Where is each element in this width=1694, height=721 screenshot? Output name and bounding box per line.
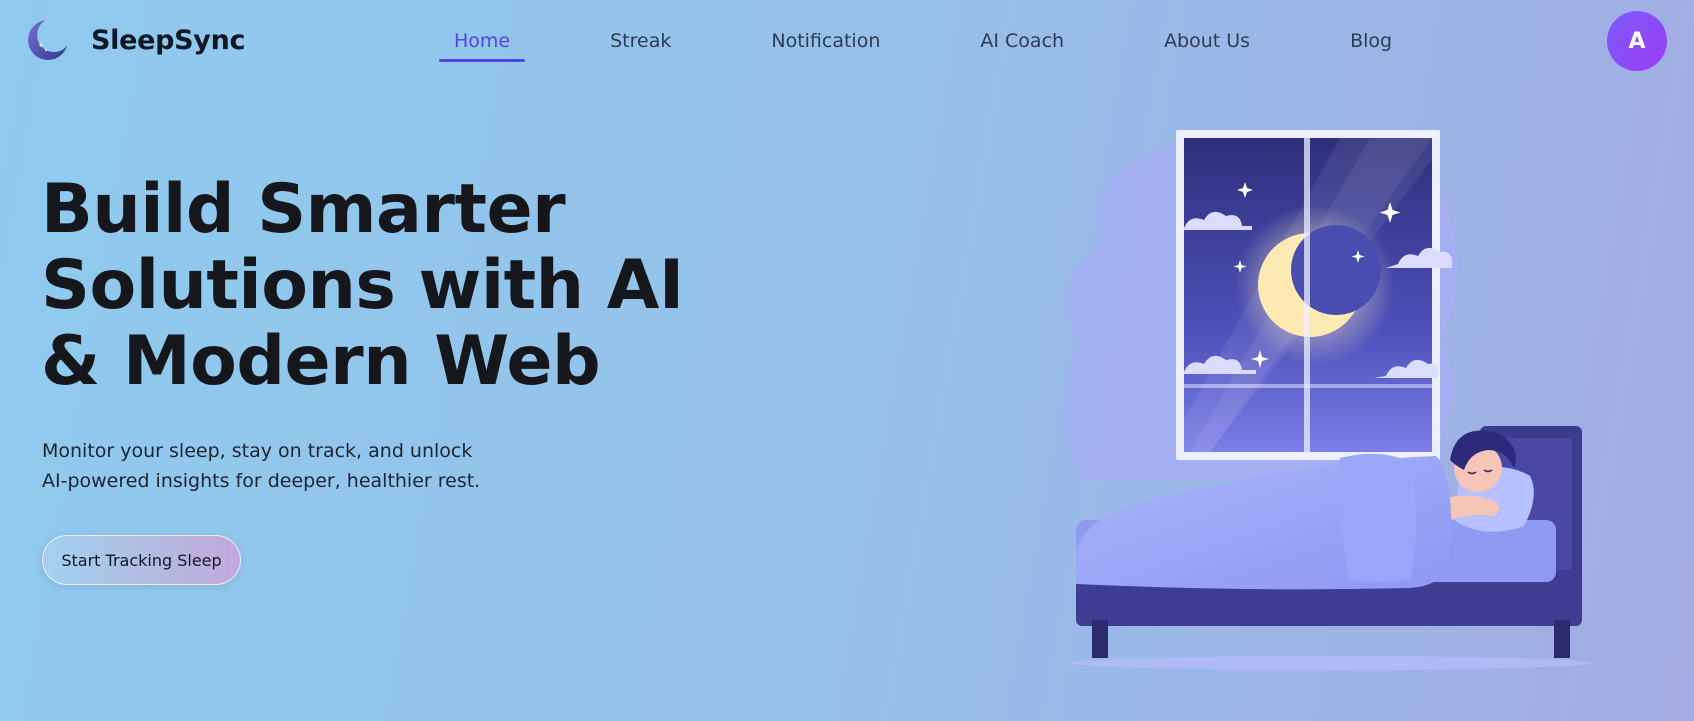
nav-about-us[interactable]: About Us <box>1149 26 1265 62</box>
crescent-moon-logo-icon <box>28 19 69 60</box>
nav-ai-coach[interactable]: AI Coach <box>965 26 1079 62</box>
hero-subtitle: Monitor your sleep, stay on track, and u… <box>42 436 480 496</box>
sleeping-person-window-moon-illustration <box>1064 130 1592 670</box>
site-header: SleepSync Home Streak Notification AI Co… <box>0 0 1694 86</box>
hero-title-line: & Modern Web <box>41 322 601 401</box>
main-nav: Home Streak Notification AI Coach About … <box>439 26 1407 62</box>
hero-subtitle-line: AI-powered insights for deeper, healthie… <box>42 470 481 492</box>
nav-streak[interactable]: Streak <box>595 26 686 62</box>
nav-home[interactable]: Home <box>439 26 526 62</box>
hero-title: Build Smarter Solutions with AI & Modern… <box>41 172 741 400</box>
user-avatar[interactable]: A <box>1607 11 1667 71</box>
start-tracking-sleep-button[interactable]: Start Tracking Sleep <box>42 535 241 585</box>
hero-subtitle-line: Monitor your sleep, stay on track, and u… <box>42 440 473 462</box>
hero-title-line: Build Smarter <box>41 170 566 249</box>
brand-name: SleepSync <box>91 24 246 56</box>
hero-title-line: Solutions with AI <box>41 246 684 325</box>
brand[interactable]: SleepSync <box>27 19 246 61</box>
nav-blog[interactable]: Blog <box>1335 26 1407 62</box>
nav-notification[interactable]: Notification <box>756 26 895 62</box>
